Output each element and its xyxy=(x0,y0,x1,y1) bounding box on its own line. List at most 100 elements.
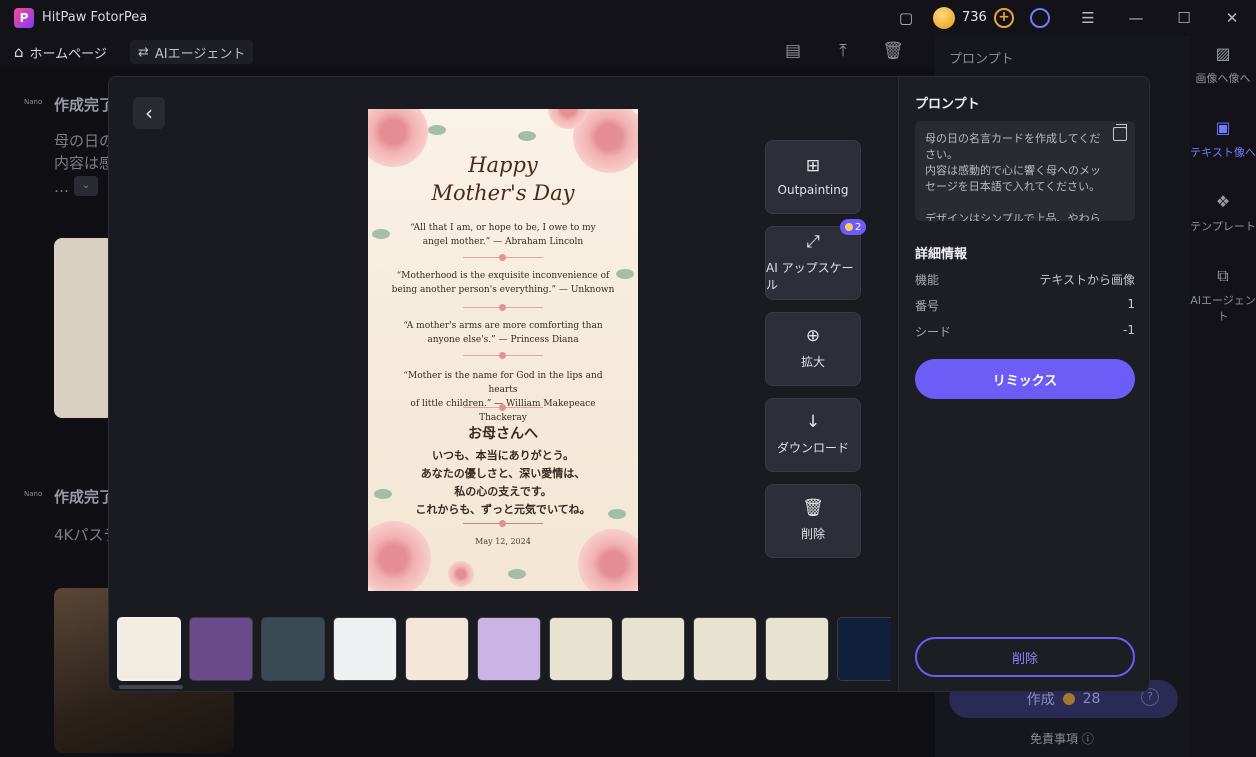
detail-row-seed: シード -1 xyxy=(915,323,1135,339)
history-title-2: 作成完了 xyxy=(54,488,115,506)
quote-3: “A mother's arms are more comforting tha… xyxy=(403,321,603,345)
history-title-1: 作成完了 xyxy=(54,96,115,114)
divider xyxy=(463,404,543,411)
text-image-icon: ▣ xyxy=(1215,118,1231,137)
ai-agent-label: AIエージェント xyxy=(154,46,246,62)
flower-decoration xyxy=(448,561,474,587)
user-avatar-icon[interactable] xyxy=(1030,8,1050,28)
history-text-1b: 内容は感 xyxy=(54,154,115,172)
coin-icon xyxy=(844,223,853,231)
trash-icon[interactable]: 🗑 xyxy=(882,41,904,63)
card-title-line1: Happy xyxy=(468,153,538,177)
card-title-line2: Mother's Day xyxy=(431,181,575,205)
leaf-decoration xyxy=(616,269,634,279)
outpainting-label: Outpainting xyxy=(777,182,849,197)
swap-icon: ⇄ xyxy=(138,44,149,60)
history-text-1a: 母の日の xyxy=(54,132,115,150)
sidebar-item-template[interactable]: ❖ テンプレート xyxy=(1190,192,1256,234)
add-credits-button[interactable]: + xyxy=(994,8,1014,28)
divider xyxy=(463,520,543,527)
copy-icon[interactable] xyxy=(1113,124,1127,141)
divider xyxy=(463,352,543,359)
tool-sidebar: ▨ 画像へ像へ ▣ テキスト像へ ❖ テンプレート ⧉ AIエージェント xyxy=(1190,36,1256,757)
delete-image-label: 削除 xyxy=(800,527,825,541)
zoom-in-icon: ⊕ xyxy=(805,326,821,346)
divider xyxy=(463,254,543,261)
home-label: ホームページ xyxy=(29,46,107,62)
thumb-easter-1[interactable] xyxy=(549,617,613,681)
thumb-anime[interactable] xyxy=(477,617,541,681)
make-label: 作成 xyxy=(1026,692,1055,708)
detail-row-function: 機能 テキストから画像 xyxy=(915,273,1135,287)
remix-button[interactable]: リミックス xyxy=(915,359,1135,399)
make-coin-icon xyxy=(1062,693,1075,705)
thumb-eyes[interactable] xyxy=(333,617,397,681)
leaf-decoration xyxy=(508,569,526,579)
title-bar: P HitPaw FotorPea ▢ 736 + ☰ — ☐ ✕ xyxy=(0,0,1256,36)
zoom-label: 拡大 xyxy=(800,355,825,369)
history-thumb-1[interactable] xyxy=(54,238,114,418)
feedback-icon[interactable]: ▢ xyxy=(896,8,916,28)
chevron-left-icon: ‹ xyxy=(145,101,153,125)
compare-icon[interactable]: ▤ xyxy=(782,41,804,63)
thumbnail-scrollbar[interactable] xyxy=(119,685,183,689)
thumb-puppy[interactable] xyxy=(405,617,469,681)
outpainting-button[interactable]: ⊞ Outpainting xyxy=(765,140,861,214)
thumb-quote-card[interactable] xyxy=(117,617,181,681)
thumb-flowers[interactable] xyxy=(189,617,253,681)
thumbnail-strip xyxy=(115,615,891,685)
sidebar-item-text[interactable]: ▣ テキスト像へ xyxy=(1190,118,1256,160)
download-label: ダウンロード xyxy=(776,441,849,455)
flower-decoration xyxy=(368,521,431,591)
make-cost: 28 xyxy=(1082,691,1101,707)
coin-icon xyxy=(933,7,955,29)
ai-upscale-button[interactable]: ⤢ AI アップスケール xyxy=(765,226,861,300)
expand-chevron-icon[interactable]: ⌄ xyxy=(74,176,98,196)
app-logo-icon: P xyxy=(14,8,34,28)
template-icon: ❖ xyxy=(1215,192,1231,211)
app-window: P HitPaw FotorPea ▢ 736 + ☰ — ☐ ✕ ⌂ ホームペ… xyxy=(0,0,1256,757)
thumb-easter-4[interactable] xyxy=(765,617,829,681)
agent-icon: ⧉ xyxy=(1217,266,1229,285)
thumb-portrait[interactable] xyxy=(261,617,325,681)
disclaimer-link[interactable]: 免責事項 ⓘ xyxy=(1030,730,1094,747)
card-jp-line: これからも、ずっと元気でいてね。 xyxy=(415,503,591,516)
thumb-planet[interactable] xyxy=(837,617,891,681)
image-icon: ▨ xyxy=(1215,44,1231,63)
generated-image-preview[interactable]: Happy Mother's Day “All that I am, or ho… xyxy=(368,109,638,591)
delete-button[interactable]: 削除 xyxy=(915,637,1135,677)
ai-agent-button[interactable]: ⇄ AIエージェント xyxy=(130,40,254,64)
leaf-decoration xyxy=(428,125,446,135)
minimize-icon[interactable]: — xyxy=(1126,8,1146,28)
card-jp-heading: お母さんへ xyxy=(468,426,538,442)
download-icon: ↓ xyxy=(805,412,821,432)
expand-icon: ⤢ xyxy=(806,231,820,252)
leaf-decoration xyxy=(518,131,536,141)
upload-icon[interactable]: ⤒ xyxy=(832,41,854,63)
card-jp-line: あなたの優しさと、深い愛情は、 xyxy=(420,467,586,480)
card-jp-line: 私の心の支えです。 xyxy=(454,485,552,498)
trash-icon: 🗑 xyxy=(802,498,824,518)
model-badge-2: Nano xyxy=(24,490,43,498)
download-button[interactable]: ↓ ダウンロード xyxy=(765,398,861,472)
maximize-icon[interactable]: ☐ xyxy=(1174,8,1194,28)
details-heading: 詳細情報 xyxy=(915,247,968,262)
delete-image-button[interactable]: 🗑 削除 xyxy=(765,484,861,558)
thumb-easter-2[interactable] xyxy=(621,617,685,681)
card-date: May 12, 2024 xyxy=(475,537,531,546)
prompt-text: 母の日の名言カードを作成してください。 内容は感動的で心に響く母へのメッセージを… xyxy=(925,132,1101,221)
prompt-text-box[interactable]: 母の日の名言カードを作成してください。 内容は感動的で心に響く母へのメッセージを… xyxy=(915,121,1135,221)
outpainting-icon: ⊞ xyxy=(805,155,821,176)
ai-upscale-label: AI アップスケール xyxy=(766,260,854,292)
settings-prompt-label: プロンプト xyxy=(949,52,1014,67)
sidebar-item-agent[interactable]: ⧉ AIエージェント xyxy=(1190,266,1256,324)
thumb-easter-3[interactable] xyxy=(693,617,757,681)
upscale-cost-badge: 2 xyxy=(840,219,866,235)
back-button[interactable]: ‹ xyxy=(133,97,165,129)
sidebar-item-image[interactable]: ▨ 画像へ像へ xyxy=(1190,44,1256,86)
credit-count: 736 xyxy=(962,10,987,25)
menu-icon[interactable]: ☰ xyxy=(1078,8,1098,28)
home-button[interactable]: ⌂ ホームページ xyxy=(14,40,107,64)
zoom-button[interactable]: ⊕ 拡大 xyxy=(765,312,861,386)
close-icon[interactable]: ✕ xyxy=(1222,8,1242,28)
